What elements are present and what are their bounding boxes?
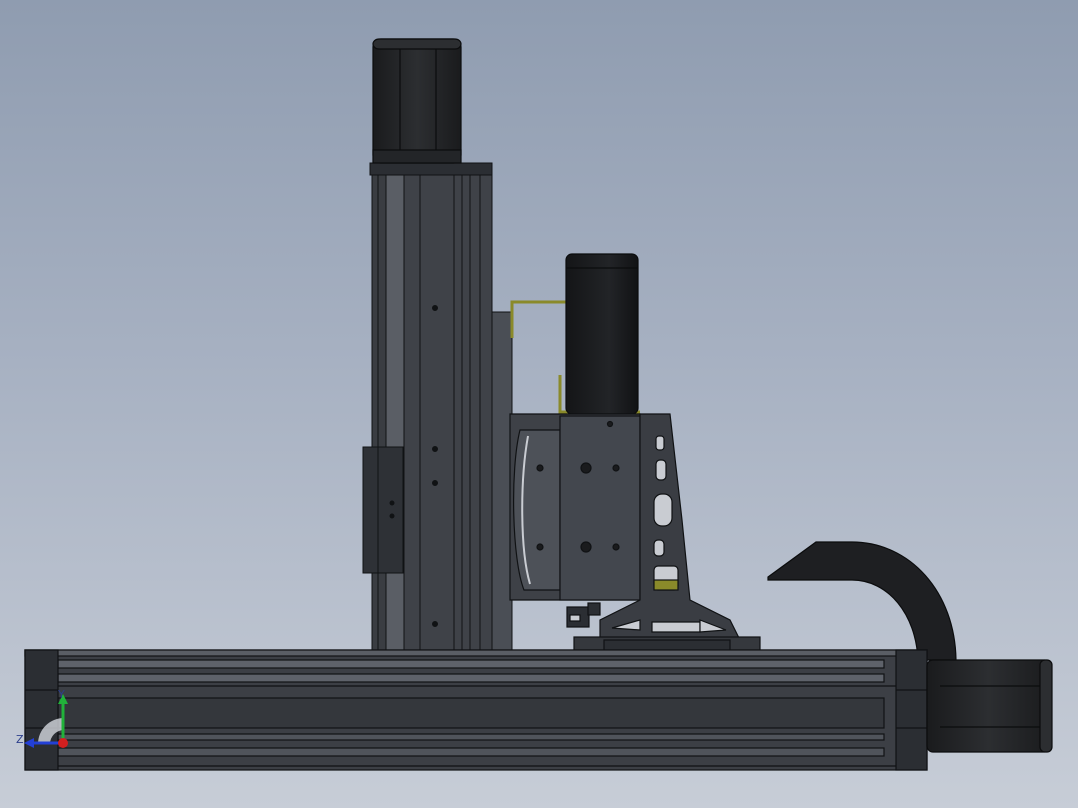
- cad-viewport[interactable]: Y Z: [0, 0, 1078, 808]
- cable-chain: [767, 541, 957, 661]
- cad-model-drawing: [24, 38, 1053, 771]
- toolhead-carriage-plate: [509, 413, 641, 601]
- x-stepper-motor: [926, 659, 1053, 753]
- z-axis-label: Z: [16, 733, 24, 746]
- vertical-z-column: [362, 162, 513, 683]
- cooling-fan-blower: [565, 253, 639, 415]
- base-x-rail: [24, 649, 928, 771]
- top-stepper-motor: [372, 38, 462, 164]
- x-axis-dot: [58, 738, 68, 748]
- y-axis-label: Y: [58, 688, 65, 701]
